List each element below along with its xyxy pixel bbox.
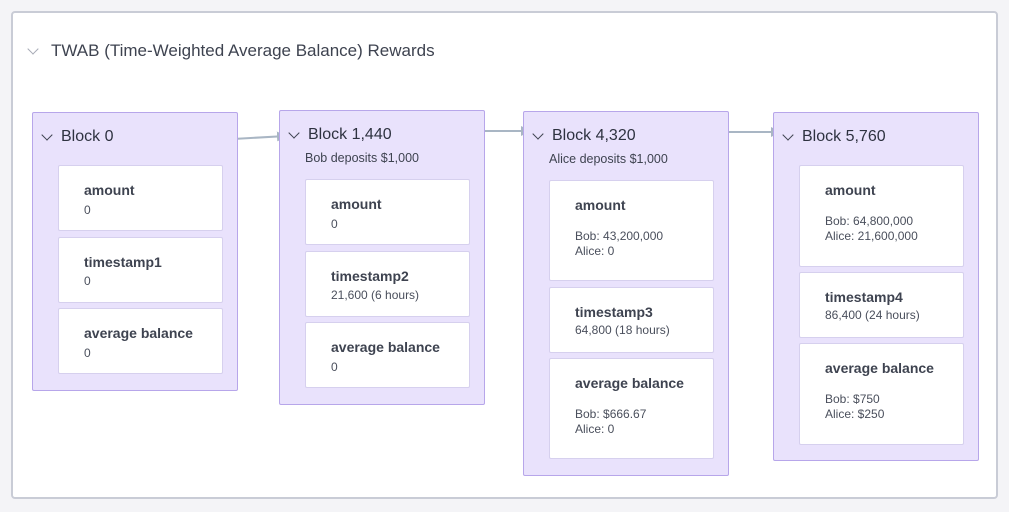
- field-label: timestamp1: [84, 254, 162, 270]
- field-value: Bob: $666.67: [575, 407, 647, 421]
- field-value: Bob: 64,800,000: [825, 214, 914, 228]
- block-subtitle: Bob deposits $1,000: [305, 151, 419, 165]
- block-title: Block 4,320: [552, 127, 636, 144]
- field-value: Alice: 0: [575, 422, 615, 436]
- block-header[interactable]: Block 4,320: [532, 127, 636, 145]
- field-card-average-balance: average balance Bob: $750 Alice: $250: [799, 343, 964, 445]
- field-value: 64,800 (18 hours): [575, 323, 670, 337]
- block-title: Block 1,440: [308, 126, 392, 143]
- field-value: 0: [331, 217, 338, 231]
- block-subtitle: Alice deposits $1,000: [549, 152, 668, 166]
- field-value: 0: [331, 360, 338, 374]
- block-node[interactable]: Block 1,440 Bob deposits $1,000 amount 0…: [279, 110, 485, 405]
- field-value: Alice: 0: [575, 244, 615, 258]
- chevron-down-icon[interactable]: [41, 128, 53, 141]
- field-label: average balance: [575, 375, 684, 391]
- block-header[interactable]: Block 0: [41, 128, 114, 146]
- field-card-timestamp: timestamp4 86,400 (24 hours): [799, 272, 964, 338]
- field-value: Bob: $750: [825, 392, 880, 406]
- field-value: 0: [84, 203, 91, 217]
- field-card-average-balance: average balance 0: [305, 322, 470, 388]
- chevron-down-icon[interactable]: [288, 126, 300, 139]
- block-header[interactable]: Block 5,760: [782, 128, 886, 146]
- field-label: amount: [84, 182, 135, 198]
- block-node[interactable]: Block 5,760 amount Bob: 64,800,000 Alice…: [773, 112, 979, 461]
- block-node[interactable]: Block 0 amount 0 timestamp1 0 average ba…: [32, 112, 238, 391]
- field-label: amount: [825, 182, 876, 198]
- field-label: amount: [331, 196, 382, 212]
- field-label: average balance: [825, 360, 934, 376]
- field-value: 0: [84, 274, 91, 288]
- field-card-average-balance: average balance Bob: $666.67 Alice: 0: [549, 358, 714, 459]
- field-value: Bob: 43,200,000: [575, 229, 664, 243]
- field-card-amount: amount 0: [58, 165, 223, 231]
- field-value: 0: [84, 346, 91, 360]
- field-card-timestamp: timestamp3 64,800 (18 hours): [549, 287, 714, 353]
- block-title: Block 5,760: [802, 128, 886, 145]
- field-label: average balance: [84, 325, 193, 341]
- field-label: timestamp2: [331, 268, 409, 284]
- field-card-average-balance: average balance 0: [58, 308, 223, 374]
- field-value: 86,400 (24 hours): [825, 308, 920, 322]
- field-card-amount: amount Bob: 64,800,000 Alice: 21,600,000: [799, 165, 964, 267]
- field-value: 21,600 (6 hours): [331, 288, 420, 302]
- arrow-block2-to-block3: [720, 127, 781, 137]
- field-value: Alice: $250: [825, 407, 885, 421]
- field-value: Alice: 21,600,000: [825, 229, 918, 243]
- field-card-timestamp: timestamp1 0: [58, 237, 223, 303]
- chevron-down-icon[interactable]: [782, 128, 794, 141]
- field-label: amount: [575, 197, 626, 213]
- chevron-down-icon[interactable]: [532, 127, 544, 140]
- field-card-amount: amount Bob: 43,200,000 Alice: 0: [549, 180, 714, 281]
- field-card-timestamp: timestamp2 21,600 (6 hours): [305, 251, 470, 317]
- block-title: Block 0: [61, 128, 114, 145]
- field-label: timestamp3: [575, 304, 653, 320]
- block-node[interactable]: Block 4,320 Alice deposits $1,000 amount…: [523, 111, 729, 476]
- field-label: timestamp4: [825, 289, 903, 305]
- block-header[interactable]: Block 1,440: [288, 126, 392, 144]
- field-label: average balance: [331, 339, 440, 355]
- field-card-amount: amount 0: [305, 179, 470, 245]
